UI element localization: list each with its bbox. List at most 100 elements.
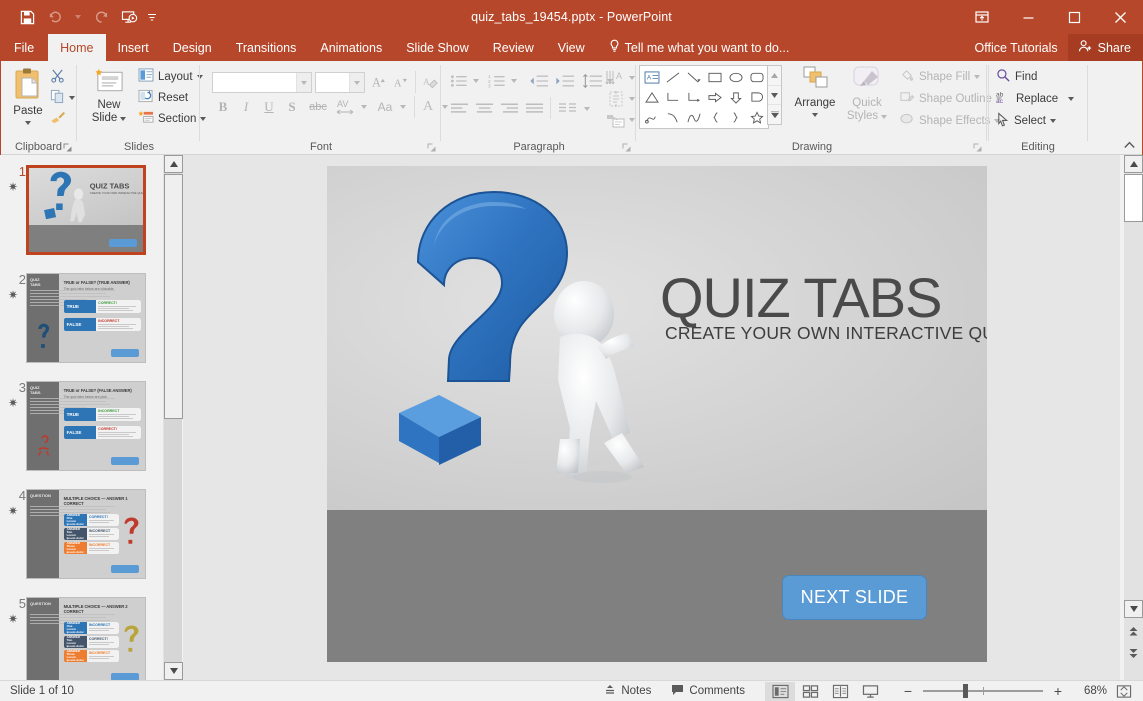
tab-file[interactable]: File bbox=[0, 34, 48, 61]
line-spacing-button[interactable] bbox=[580, 71, 604, 91]
shape-rectangle[interactable] bbox=[704, 67, 725, 87]
shape-arrow[interactable] bbox=[683, 67, 704, 87]
columns-dropdown-icon[interactable] bbox=[581, 99, 593, 119]
bold-button[interactable]: B bbox=[213, 97, 233, 117]
reset-button[interactable]: Reset bbox=[138, 89, 188, 106]
shapes-gallery-scroll[interactable] bbox=[767, 65, 782, 125]
arrange-dropdown-icon[interactable] bbox=[812, 113, 818, 117]
text-shadow-button[interactable]: S bbox=[282, 97, 302, 117]
font-color-button[interactable]: A bbox=[420, 95, 438, 117]
bullets-button[interactable] bbox=[448, 71, 470, 91]
center-button[interactable] bbox=[473, 99, 495, 119]
save-icon[interactable] bbox=[14, 4, 40, 30]
copy-dropdown-icon[interactable] bbox=[69, 96, 75, 100]
shape-line[interactable] bbox=[662, 67, 683, 87]
shape-triangle[interactable] bbox=[641, 87, 662, 107]
redo-icon[interactable] bbox=[88, 4, 114, 30]
thumbnail-scroll-thumb[interactable] bbox=[164, 174, 183, 419]
decrease-indent-button[interactable] bbox=[526, 71, 550, 91]
shape-fill-dropdown-icon[interactable] bbox=[974, 75, 980, 79]
clear-formatting-button[interactable]: A bbox=[420, 72, 440, 92]
shape-star[interactable] bbox=[746, 107, 767, 127]
undo-icon[interactable] bbox=[42, 4, 68, 30]
paste-button[interactable]: Paste bbox=[6, 67, 50, 125]
font-name-combo[interactable] bbox=[212, 72, 312, 93]
slide-title-text[interactable]: QUIZ TABS bbox=[660, 269, 941, 327]
italic-button[interactable]: I bbox=[236, 97, 256, 117]
numbering-button[interactable]: 123 bbox=[486, 71, 508, 91]
thumbnail-scroll-down-button[interactable] bbox=[164, 662, 183, 680]
reading-view-button[interactable] bbox=[825, 682, 855, 701]
replace-button[interactable]: abac Replace bbox=[996, 90, 1074, 108]
shape-curve[interactable] bbox=[662, 107, 683, 127]
font-size-dropdown-icon[interactable] bbox=[349, 73, 364, 92]
thumbnail-frame-2[interactable]: QUIZTABS TRUE or FALSE? (TRUE ANSWER) Th… bbox=[26, 273, 146, 363]
clipboard-dialog-launcher[interactable] bbox=[61, 140, 73, 152]
shape-arc[interactable] bbox=[683, 107, 704, 127]
account-name[interactable]: Office Tutorials bbox=[965, 34, 1068, 61]
maximize-button[interactable] bbox=[1051, 0, 1097, 34]
change-case-button[interactable]: Aa bbox=[373, 97, 397, 117]
format-painter-button[interactable] bbox=[50, 110, 66, 128]
slide-sorter-view-button[interactable] bbox=[795, 682, 825, 701]
select-dropdown-icon[interactable] bbox=[1050, 119, 1056, 123]
font-dialog-launcher[interactable] bbox=[425, 140, 437, 152]
drawing-dialog-launcher[interactable] bbox=[971, 140, 983, 152]
shape-right-arrow[interactable] bbox=[704, 87, 725, 107]
select-button[interactable]: Select bbox=[996, 112, 1056, 130]
tab-design[interactable]: Design bbox=[161, 34, 224, 61]
current-slide[interactable]: QUIZ TABS CREATE YOUR OWN INTERACTIVE QU… bbox=[327, 166, 987, 662]
shapes-scroll-down-icon[interactable] bbox=[768, 86, 781, 106]
align-right-button[interactable] bbox=[498, 99, 520, 119]
replace-dropdown-icon[interactable] bbox=[1068, 97, 1074, 101]
font-name-dropdown-icon[interactable] bbox=[296, 73, 311, 92]
shape-down-arrow[interactable] bbox=[725, 87, 746, 107]
tab-view[interactable]: View bbox=[546, 34, 597, 61]
slide-scroll-up-button[interactable] bbox=[1124, 155, 1143, 173]
zoom-out-button[interactable]: − bbox=[893, 682, 923, 701]
shapes-gallery[interactable]: A bbox=[639, 65, 769, 129]
next-slide-button[interactable]: NEXT SLIDE bbox=[782, 575, 927, 620]
new-slide-button[interactable]: New Slide bbox=[86, 67, 132, 125]
font-size-combo[interactable] bbox=[315, 72, 365, 93]
zoom-slider[interactable] bbox=[923, 682, 1043, 701]
character-spacing-dropdown-icon[interactable] bbox=[358, 97, 370, 117]
bullets-dropdown-icon[interactable] bbox=[470, 71, 482, 91]
shape-scribble[interactable] bbox=[641, 107, 662, 127]
minimize-button[interactable] bbox=[1005, 0, 1051, 34]
shape-oval[interactable] bbox=[725, 67, 746, 87]
increase-indent-button[interactable] bbox=[552, 71, 576, 91]
columns-button[interactable] bbox=[556, 99, 580, 119]
thumbnail-frame-3[interactable]: QUIZTABS TRUE or FALSE? (FALSE ANSWER) T… bbox=[26, 381, 146, 471]
share-button[interactable]: Share bbox=[1068, 34, 1143, 61]
slide-scroll-thumb[interactable] bbox=[1124, 174, 1143, 222]
tab-insert[interactable]: Insert bbox=[106, 34, 161, 61]
tab-home[interactable]: Home bbox=[48, 34, 105, 61]
comments-button[interactable]: Comments bbox=[661, 681, 755, 701]
fit-to-window-button[interactable] bbox=[1109, 682, 1139, 701]
quick-styles-button[interactable]: Quick Styles bbox=[842, 65, 892, 123]
justify-button[interactable] bbox=[523, 99, 545, 119]
thumbnail-frame-5[interactable]: QUESTION MULTIPLE CHOICE — ANSWER 2 CORR… bbox=[26, 597, 146, 680]
tell-me-search[interactable]: Tell me what you want to do... bbox=[597, 34, 800, 61]
slide-show-view-button[interactable] bbox=[855, 682, 885, 701]
next-slide-nav-button[interactable] bbox=[1124, 643, 1143, 663]
slide-vertical-scrollbar[interactable] bbox=[1124, 155, 1143, 680]
slide-thumbnail-pane[interactable]: 1 ✷ QUIZ TABS CREATE YOUR OWN INTERACTIV… bbox=[0, 155, 160, 680]
notes-button[interactable]: Notes bbox=[594, 681, 661, 701]
thumbnail-frame-4[interactable]: QUESTION MULTIPLE CHOICE — ANSWER 1 CORR… bbox=[26, 489, 146, 579]
ribbon-display-options-icon[interactable] bbox=[959, 0, 1005, 34]
arrange-button[interactable]: Arrange bbox=[792, 65, 838, 117]
underline-button[interactable]: U bbox=[259, 97, 279, 117]
change-case-dropdown-icon[interactable] bbox=[397, 97, 409, 117]
convert-to-smartart-button[interactable] bbox=[604, 110, 628, 130]
shape-left-brace[interactable] bbox=[704, 107, 725, 127]
paragraph-dialog-launcher[interactable] bbox=[620, 140, 632, 152]
decrease-font-size-button[interactable]: A bbox=[391, 72, 411, 92]
zoom-slider-handle[interactable] bbox=[963, 684, 968, 698]
numbering-dropdown-icon[interactable] bbox=[508, 71, 520, 91]
tab-slide-show[interactable]: Slide Show bbox=[394, 34, 481, 61]
section-button[interactable]: Section bbox=[138, 110, 206, 127]
close-button[interactable] bbox=[1097, 0, 1143, 34]
paste-dropdown-icon[interactable] bbox=[25, 121, 31, 125]
